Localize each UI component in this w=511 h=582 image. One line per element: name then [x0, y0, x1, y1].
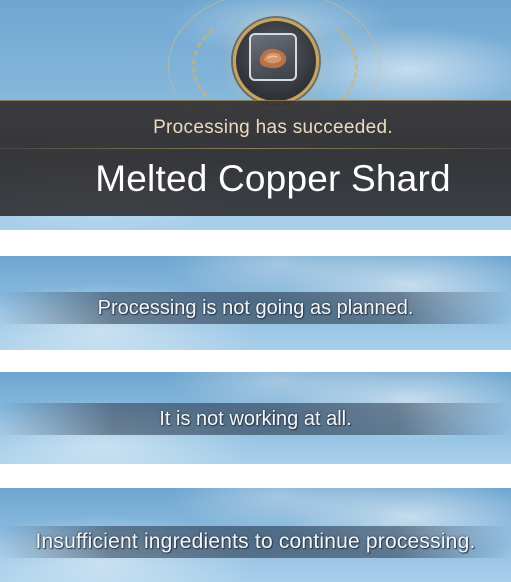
message-strip: It is not working at all. [0, 403, 511, 435]
processing-status-text: Processing has succeeded. [153, 117, 393, 138]
processing-success-panel: Processing has succeeded. Melted Copper … [0, 0, 511, 230]
message-text: Processing is not going as planned. [97, 297, 414, 319]
message-strip: Processing is not going as planned. [0, 292, 511, 324]
message-text: It is not working at all. [159, 408, 352, 430]
result-banner: Processing has succeeded. Melted Copper … [0, 100, 511, 216]
banner-divider [0, 148, 511, 149]
copper-shard-icon [249, 33, 297, 81]
item-name-title: Melted Copper Shard [95, 158, 451, 199]
message-strip: Insufficient ingredients to continue pro… [0, 526, 511, 558]
message-panel-not-as-planned: Processing is not going as planned. [0, 256, 511, 350]
message-text: Insufficient ingredients to continue pro… [35, 530, 476, 553]
message-panel-not-working: It is not working at all. [0, 372, 511, 464]
message-panel-insufficient-ingredients: Insufficient ingredients to continue pro… [0, 488, 511, 582]
